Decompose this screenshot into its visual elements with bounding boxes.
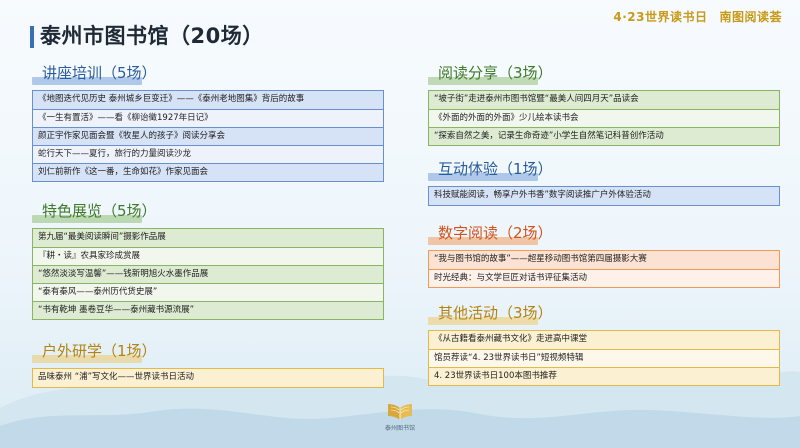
list-item: 《一生有置活》——看《柳诒徵1927年日记》	[33, 109, 383, 127]
section-interactive: 互动体验（1场） 科技赋能阅读，畅享户外书香”数字阅读推广户外体验活动	[428, 158, 780, 206]
section-title: 特色展览（5场）	[32, 200, 384, 224]
list-item: “书有乾坤 墨卷豆华——泰州藏书源流展”	[33, 301, 383, 319]
list-item: 《从古籍看泰州藏书文化》走进高中课堂	[429, 331, 779, 349]
section-outdoor: 户外研学（1场） 品味泰州 “浦”写文化——世界读书日活动	[32, 340, 384, 388]
section-digital: 数字阅读（2场） “我与图书馆的故事”——超星移动图书馆第四届摄影大赛 时光经典…	[428, 222, 780, 288]
section-lectures: 讲座培训（5场） 《地图迭代见历史 泰州城乡巨变迁》——《泰州老地图集》背后的故…	[32, 62, 384, 182]
section-title: 数字阅读（2场）	[428, 222, 780, 246]
list-item: 『耕・读』农具家珍成赏展	[33, 247, 383, 265]
section-title: 阅读分享（3场）	[428, 62, 780, 86]
list-item: 颜正宇作家见面会暨《牧星人的孩子》阅读分享会	[33, 127, 383, 145]
section-title: 互动体验（1场）	[428, 158, 780, 182]
list-item: 蛇行天下——夏行，旅行的力量阅读沙龙	[33, 145, 383, 163]
list-item: 《地图迭代见历史 泰州城乡巨变迁》——《泰州老地图集》背后的故事	[33, 91, 383, 109]
section-title-text: 数字阅读（2场）	[438, 224, 553, 242]
list-item: 品味泰州 “浦”写文化——世界读书日活动	[33, 369, 383, 387]
list-item: 时光经典：与文学巨匠对话书评征集活动	[429, 269, 779, 287]
section-exhibitions: 特色展览（5场） 第九届“最美阅读瞬间”摄影作品展 『耕・读』农具家珍成赏展 “…	[32, 200, 384, 320]
list-item: 刘仁前新作《这一番，生命如花》作家见面会	[33, 163, 383, 181]
list-item: 科技赋能阅读，畅享户外书香”数字阅读推广户外体验活动	[429, 187, 779, 205]
section-other: 其他活动（3场） 《从古籍看泰州藏书文化》走进高中课堂 馆员荐读“4. 23世界…	[428, 302, 780, 386]
list-item: “悠然淡淡写温馨”——钱新明旭火水墨作品展	[33, 265, 383, 283]
event-list: “坡子街”走进泰州市图书馆暨“最美人间四月天”品读会 《外面的外面的外面》少儿绘…	[428, 90, 780, 146]
section-title-text: 其他活动（3场）	[438, 304, 553, 322]
section-title: 户外研学（1场）	[32, 340, 384, 364]
section-sharing: 阅读分享（3场） “坡子街”走进泰州市图书馆暨“最美人间四月天”品读会 《外面的…	[428, 62, 780, 146]
list-item: 第九届“最美阅读瞬间”摄影作品展	[33, 229, 383, 247]
list-item: “探索自然之美，记录生命奇迹”小学生自然笔记科普创作活动	[429, 127, 779, 145]
reading-club-label: 南图阅读荟	[719, 10, 782, 24]
list-item: “坡子街”走进泰州市图书馆暨“最美人间四月天”品读会	[429, 91, 779, 109]
event-list: 科技赋能阅读，畅享户外书香”数字阅读推广户外体验活动	[428, 186, 780, 206]
event-list: 《地图迭代见历史 泰州城乡巨变迁》——《泰州老地图集》背后的故事 《一生有置活》…	[32, 90, 384, 182]
section-title-text: 阅读分享（3场）	[438, 64, 553, 82]
event-list: 第九届“最美阅读瞬间”摄影作品展 『耕・读』农具家珍成赏展 “悠然淡淡写温馨”—…	[32, 228, 384, 320]
section-title-text: 互动体验（1场）	[438, 160, 553, 178]
list-item: “泰有秦风——泰州历代货史展”	[33, 283, 383, 301]
world-book-day-tag: 4·23世界读书日 南图阅读荟	[613, 8, 782, 25]
list-item: 《外面的外面的外面》少儿绘本读书会	[429, 109, 779, 127]
book-day-label: 4·23世界读书日	[613, 10, 708, 24]
list-item: “我与图书馆的故事”——超星移动图书馆第四届摄影大赛	[429, 251, 779, 269]
event-list: 《从古籍看泰州藏书文化》走进高中课堂 馆员荐读“4. 23世界读书日”短视频特辑…	[428, 330, 780, 386]
section-title-text: 户外研学（1场）	[42, 342, 157, 360]
page-title: 泰州市图书馆（20场）	[40, 24, 264, 48]
section-title: 其他活动（3场）	[428, 302, 780, 326]
section-title-text: 讲座培训（5场）	[42, 64, 157, 82]
section-title: 讲座培训（5场）	[32, 62, 384, 86]
library-name: 泰州图书馆	[384, 425, 415, 432]
library-logo: 泰州图书馆	[370, 400, 430, 432]
open-book-logo-icon	[388, 404, 412, 420]
title-accent-bar	[30, 26, 34, 48]
list-item: 馆员荐读“4. 23世界读书日”短视频特辑	[429, 349, 779, 367]
list-item: 4. 23世界读书日100本图书推荐	[429, 367, 779, 385]
event-list: “我与图书馆的故事”——超星移动图书馆第四届摄影大赛 时光经典：与文学巨匠对话书…	[428, 250, 780, 288]
section-title-text: 特色展览（5场）	[42, 202, 157, 220]
event-list: 品味泰州 “浦”写文化——世界读书日活动	[32, 368, 384, 388]
